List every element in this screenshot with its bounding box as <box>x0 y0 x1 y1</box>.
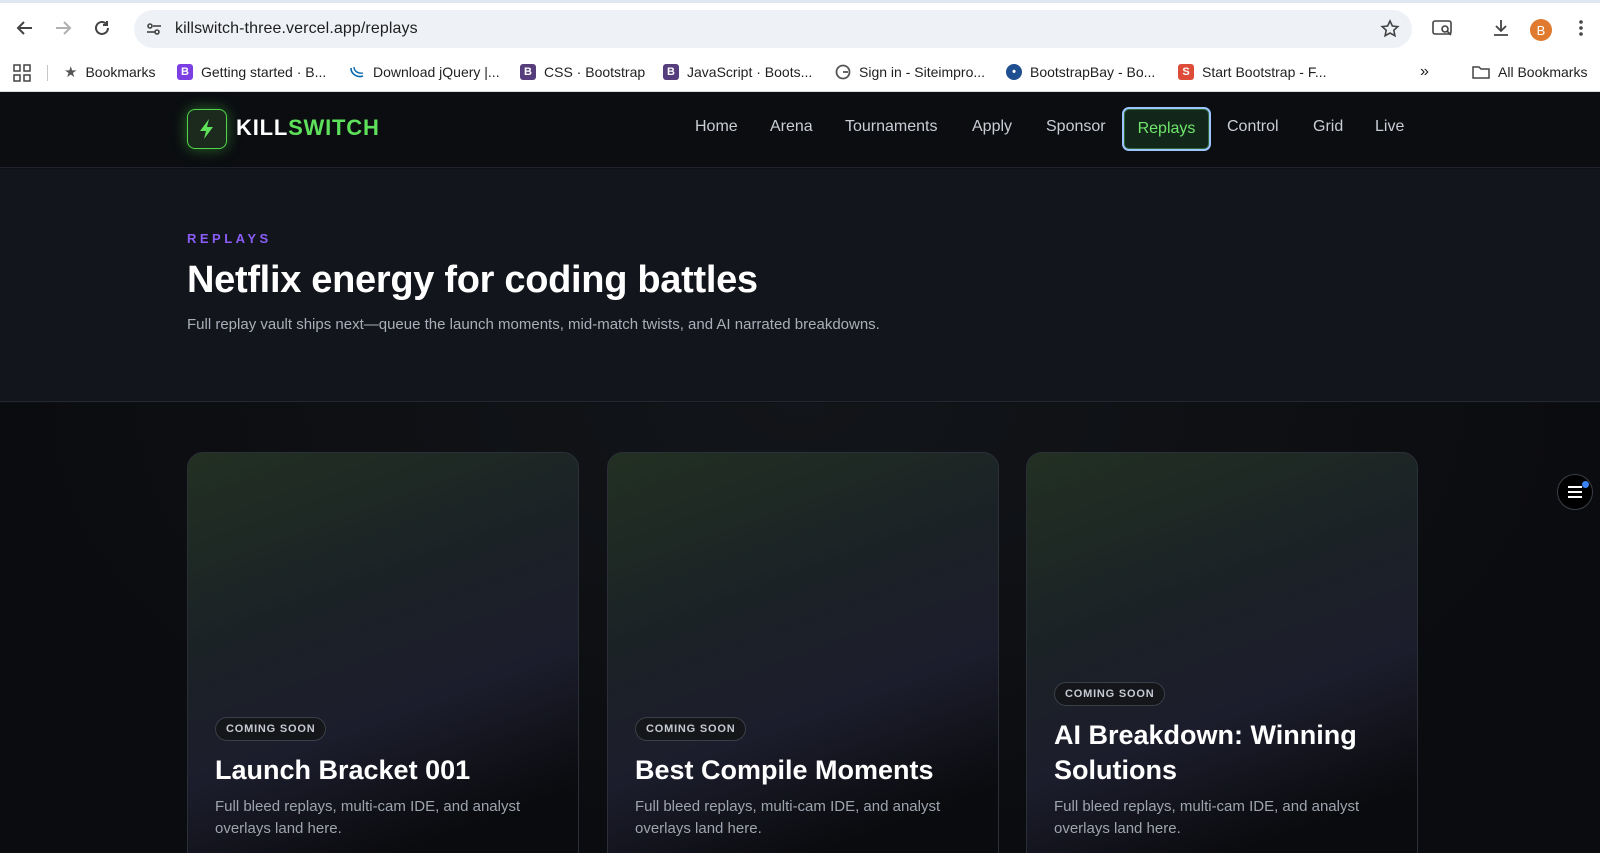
card-description: Full bleed replays, multi-cam IDE, and a… <box>635 798 941 837</box>
bookmark-star-icon[interactable] <box>1378 17 1402 41</box>
url-text[interactable]: killswitch-three.vercel.app/replays <box>175 20 418 38</box>
card-title: Best Compile Moments <box>635 755 934 785</box>
kebab-menu-icon <box>1579 20 1583 36</box>
bookmark-item-css-bootstrap[interactable]: B CSS · Bootstrap <box>520 61 645 83</box>
apps-grid-icon[interactable] <box>13 64 31 87</box>
logo-bolt-icon[interactable] <box>187 109 227 149</box>
bookmark-label: BootstrapBay - Bo... <box>1030 64 1156 80</box>
reload-icon <box>95 20 109 35</box>
section-eyebrow: REPLAYS <box>187 231 272 246</box>
arrow-right-icon <box>56 21 72 35</box>
back-button[interactable] <box>8 11 42 45</box>
bookmark-label: Download jQuery |... <box>373 64 500 80</box>
page-title: Netflix energy for coding battles <box>187 259 758 301</box>
browser-menu-button[interactable] <box>1565 12 1597 44</box>
page-subtitle: Full replay vault ships next—queue the l… <box>187 316 880 333</box>
card-title: Launch Bracket 001 <box>215 755 471 785</box>
bookmark-label: Getting started · B... <box>201 64 327 80</box>
bookmark-label: Start Bootstrap - F... <box>1202 64 1327 80</box>
notification-dot <box>1582 481 1589 488</box>
logo-text-kill: KILL <box>236 115 289 140</box>
logo-text-switch: SWITCH <box>288 115 380 140</box>
replay-cards-section: COMING SOON Launch Bracket 001 Full blee… <box>0 403 1600 853</box>
bookmark-item-getting-started[interactable]: B Getting started · B... <box>177 61 326 83</box>
nav-replays[interactable]: Replays <box>1122 107 1211 151</box>
folder-icon <box>1472 66 1490 79</box>
site-header: KILLSWITCH Home Arena Tournaments Apply … <box>0 92 1600 168</box>
hero-section: REPLAYS Netflix energy for coding battle… <box>0 169 1600 402</box>
site-logo[interactable]: KILLSWITCH <box>236 115 380 141</box>
bookmark-item-jquery[interactable]: Download jQuery |... <box>349 61 500 83</box>
jquery-icon <box>349 64 365 80</box>
all-bookmarks-label: All Bookmarks <box>1498 64 1588 80</box>
bookmark-label: CSS · Bootstrap <box>544 64 646 80</box>
bookmark-label: Bookmarks <box>85 64 156 80</box>
profile-avatar[interactable]: B <box>1530 19 1552 41</box>
nav-home[interactable]: Home <box>695 118 738 136</box>
nav-tournaments[interactable]: Tournaments <box>845 118 938 136</box>
siteimprove-icon <box>835 64 851 80</box>
replay-card[interactable]: COMING SOON Best Compile Moments Full bl… <box>607 452 999 853</box>
nav-grid[interactable]: Grid <box>1313 118 1343 136</box>
bookmark-item-bootstrapbay[interactable]: • BootstrapBay - Bo... <box>1006 61 1155 83</box>
star-icon: ★ <box>64 64 78 81</box>
bootstrapbay-icon: • <box>1006 64 1022 80</box>
bootstrap-icon: B <box>520 64 536 80</box>
card-description: Full bleed replays, multi-cam IDE, and a… <box>215 798 521 837</box>
more-bookmarks-chevron-icon[interactable]: » <box>1420 61 1429 83</box>
bookmarks-divider <box>47 65 48 81</box>
nav-control[interactable]: Control <box>1227 118 1279 136</box>
startbootstrap-icon: S <box>1178 64 1194 80</box>
all-bookmarks-button[interactable]: All Bookmarks <box>1472 61 1587 83</box>
tab-search-button[interactable] <box>1427 12 1459 44</box>
bookmark-item-bookmarks[interactable]: ★ Bookmarks <box>64 61 155 83</box>
downloads-button[interactable] <box>1485 12 1517 44</box>
status-badge: COMING SOON <box>1054 682 1166 706</box>
download-icon <box>1494 20 1508 36</box>
status-badge: COMING SOON <box>635 717 747 741</box>
bookmark-item-javascript-bootstrap[interactable]: B JavaScript · Boots... <box>663 61 812 83</box>
replay-card[interactable]: COMING SOON Launch Bracket 001 Full blee… <box>187 452 579 853</box>
side-panel-menu-button[interactable] <box>1557 474 1593 510</box>
hamburger-icon <box>1568 486 1582 498</box>
bootstrap-icon: B <box>663 64 679 80</box>
nav-arena[interactable]: Arena <box>770 118 813 136</box>
bookmark-label: Sign in - Siteimpro... <box>859 64 986 80</box>
nav-live[interactable]: Live <box>1375 118 1404 136</box>
bootstrap-icon: B <box>177 64 193 80</box>
nav-sponsor[interactable]: Sponsor <box>1046 118 1106 136</box>
status-badge: COMING SOON <box>215 717 327 741</box>
card-title: AI Breakdown: Winning Solutions <box>1054 720 1357 785</box>
address-bar[interactable]: killswitch-three.vercel.app/replays <box>134 10 1412 48</box>
webpage: KILLSWITCH Home Arena Tournaments Apply … <box>0 92 1600 853</box>
replay-card[interactable]: COMING SOON AI Breakdown: Winning Soluti… <box>1026 452 1418 853</box>
site-info-icon[interactable] <box>142 17 166 41</box>
bookmark-label: JavaScript · Boots... <box>687 64 813 80</box>
nav-apply[interactable]: Apply <box>972 118 1012 136</box>
bookmark-item-siteimprove[interactable]: Sign in - Siteimpro... <box>835 61 985 83</box>
browser-toolbar: killswitch-three.vercel.app/replays B <box>0 3 1600 53</box>
bookmarks-bar: ★ Bookmarks B Getting started · B... Dow… <box>0 53 1600 92</box>
arrow-left-icon <box>16 21 32 35</box>
reload-button[interactable] <box>85 11 119 45</box>
forward-button[interactable] <box>46 11 80 45</box>
nav-replays-label: Replays <box>1137 120 1196 137</box>
bookmark-item-start-bootstrap[interactable]: S Start Bootstrap - F... <box>1178 61 1327 83</box>
card-description: Full bleed replays, multi-cam IDE, and a… <box>1054 798 1360 837</box>
tab-search-icon <box>1432 20 1452 36</box>
